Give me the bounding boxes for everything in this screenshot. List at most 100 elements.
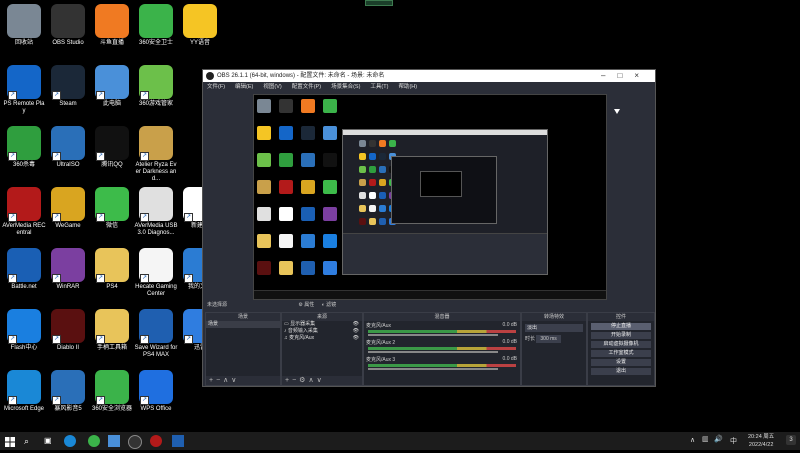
minimize-icon[interactable]: – [601, 71, 617, 80]
close-icon[interactable]: × [634, 71, 651, 80]
source-item[interactable]: ▭ 显示器采集 👁 [282, 321, 362, 328]
desktop-icon[interactable]: ↗ WeGame [46, 187, 90, 230]
edge-taskbar-icon[interactable] [64, 435, 76, 447]
source-item[interactable]: ♫ 麦克风/Aux 👁 [282, 335, 362, 342]
desktop-icon[interactable]: ↗ Hecate Gaming Center [134, 248, 178, 298]
shortcut-arrow-icon: ↗ [140, 91, 149, 100]
obs-docks: 未选择源 ⚙ 属性 ◐ 滤镜 场景 场景 +−∧∨ 来源 ▭ 显示器采集 👁 ♪ … [203, 301, 655, 386]
source-item[interactable]: ♪ 音频输入采集 👁 [282, 328, 362, 335]
desktop-icon[interactable]: 回收站 [2, 4, 46, 47]
desktop-icon[interactable]: ↗ Flash中心 [2, 309, 46, 352]
duration-input[interactable]: 300 ms [536, 335, 561, 343]
shortcut-arrow-icon: ↗ [8, 396, 17, 405]
app-icon: ↗ [7, 370, 41, 405]
properties-button[interactable]: ⚙ 属性 [298, 302, 314, 308]
obs-window[interactable]: OBS 26.1.1 (64-bit, windows) - 配置文件: 未命名… [202, 69, 656, 387]
desktop-icon[interactable]: ↗ AVerMedia USB3.0 Diagnos... [134, 187, 178, 237]
desktop-icon[interactable]: ↗ Diablo II [46, 309, 90, 352]
shortcut-arrow-icon: ↗ [96, 91, 105, 100]
menu-item[interactable]: 帮助(H) [398, 84, 417, 90]
ime-label[interactable]: 中 [730, 436, 737, 446]
volume-icon[interactable]: 🔊 [714, 435, 723, 443]
window-controls[interactable]: –□× [601, 70, 651, 82]
clock[interactable]: 20:24 周五 2022/4/22 [748, 433, 774, 449]
exit-button[interactable]: 退出 [591, 368, 651, 375]
eye-icon[interactable]: 👁 [353, 321, 359, 328]
menu-item[interactable]: 场景集合(S) [331, 84, 360, 90]
desktop-icon[interactable]: 360安全卫士 [134, 4, 178, 47]
volume-slider[interactable] [368, 368, 498, 370]
sources-footer[interactable]: +−⚙∧∨ [282, 376, 362, 385]
preview-mini-icon [359, 192, 366, 199]
app-icon: ↗ [95, 65, 129, 100]
desktop-icon[interactable]: ↗ Steam [46, 65, 90, 108]
preview-mini-icon [359, 205, 366, 212]
desktop-icon[interactable]: ↗ 微信 [90, 187, 134, 230]
filters-button[interactable]: ◐ 滤镜 [322, 302, 336, 308]
desktop-icon[interactable]: ↗ WPS Office [134, 370, 178, 413]
menu-item[interactable]: 编辑(E) [235, 84, 253, 90]
search-icon[interactable]: ⌕ [24, 435, 36, 447]
studio-mode-button[interactable]: 工作室模式 [591, 350, 651, 357]
mixer-dock: 混音器 麦克风/Aux 0.0 dB 麦克风/Aux 2 0.0 dB 麦克风/Au… [363, 312, 521, 386]
volume-slider[interactable] [368, 334, 498, 336]
task-view-icon[interactable]: ▣ [44, 435, 56, 447]
desktop-icon-label: 暴风影音5 [54, 406, 82, 412]
app-icon: ↗ [7, 126, 41, 161]
browser-360-taskbar-icon[interactable] [88, 435, 100, 447]
desktop-icon[interactable]: ↗ 360安全浏览器 [90, 370, 134, 413]
desktop-icon-label: WeGame [55, 223, 81, 229]
desktop-icon[interactable]: ↗ 腾讯QQ [90, 126, 134, 169]
tray-arrow-icon[interactable]: ∧ [690, 436, 695, 444]
start-icon[interactable] [4, 435, 16, 447]
settings-button[interactable]: 设置 [591, 359, 651, 366]
desktop-icon[interactable]: OBS Studio [46, 4, 90, 47]
avermedia-taskbar-icon[interactable] [150, 435, 162, 447]
desktop-icon[interactable]: ↗ Microsoft Edge [2, 370, 46, 413]
desktop-icon[interactable]: ↗ 手柄工具箱 [90, 309, 134, 352]
transition-select[interactable]: 淡出 [525, 324, 583, 332]
desktop-icon[interactable]: ↗ 360杀毒 [2, 126, 46, 169]
desktop-icon[interactable]: ↗ 360游戏管家 [134, 65, 178, 108]
scenes-footer[interactable]: +−∧∨ [206, 376, 280, 385]
scene-item[interactable]: 场景 [206, 321, 280, 328]
start-recording-button[interactable]: 开始录制 [591, 332, 651, 339]
eye-icon[interactable]: 👁 [353, 335, 359, 342]
controls-dock: 控件 停止直播 开始录制 启动虚拟摄像机 工作室模式 设置 退出 [587, 312, 655, 386]
sources-header: 来源 [282, 313, 362, 321]
desktop-icon[interactable]: ↗ PS Remote Play [2, 65, 46, 115]
app-icon [183, 4, 217, 38]
nested-preview-3 [420, 171, 462, 197]
desktop-icon[interactable]: ↗ Atelier Ryza Ever Darkness and... [134, 126, 178, 183]
desktop-icon[interactable]: ↗ Battle.net [2, 248, 46, 291]
notification-badge[interactable]: 3 [786, 435, 796, 445]
desktop-icon[interactable]: YY语音 [178, 4, 222, 47]
network-icon[interactable]: ▥ [702, 435, 709, 443]
stop-streaming-button[interactable]: 停止直播 [591, 323, 651, 330]
shortcut-arrow-icon: ↗ [96, 335, 105, 344]
desktop-icon[interactable]: ↗ 此电脑 [90, 65, 134, 108]
desktop-icon-label: AVerMedia USB3.0 Diagnos... [134, 223, 178, 236]
maximize-icon[interactable]: □ [617, 71, 634, 80]
menu-item[interactable]: 配置文件(P) [292, 84, 321, 90]
obs-preview[interactable] [253, 94, 620, 300]
desktop-icon[interactable]: ↗ Save Wizard for PS4 MAX [134, 309, 178, 359]
desktop-icon[interactable]: ↗ WinRAR [46, 248, 90, 291]
desktop-icon[interactable]: ↗ 暴风影音5 [46, 370, 90, 413]
virtual-camera-button[interactable]: 启动虚拟摄像机 [591, 341, 651, 348]
desktop-icon[interactable]: ↗ AVerMedia RECentral [2, 187, 46, 237]
menu-item[interactable]: 视图(V) [263, 84, 281, 90]
savewizard-taskbar-icon[interactable] [172, 435, 184, 447]
menu-item[interactable]: 文件(F) [207, 84, 225, 90]
volume-slider[interactable] [368, 351, 498, 353]
obs-menubar: 文件(F) 编辑(E) 视图(V) 配置文件(P) 场景集合(S) 工具(T) 帮助(H) [203, 82, 655, 92]
explorer-taskbar-icon[interactable] [108, 435, 120, 447]
eye-icon[interactable]: 👁 [353, 328, 359, 335]
obs-taskbar-icon[interactable] [128, 435, 142, 449]
desktop-icon[interactable]: 斗鱼直播 [90, 4, 134, 47]
obs-titlebar[interactable]: OBS 26.1.1 (64-bit, windows) - 配置文件: 未命名… [203, 70, 655, 82]
desktop-icon-label: 斗鱼直播 [99, 40, 124, 46]
desktop-icon[interactable]: ↗ PS4 [90, 248, 134, 291]
desktop-icon[interactable]: ↗ UltraISO [46, 126, 90, 169]
menu-item[interactable]: 工具(T) [370, 84, 388, 90]
